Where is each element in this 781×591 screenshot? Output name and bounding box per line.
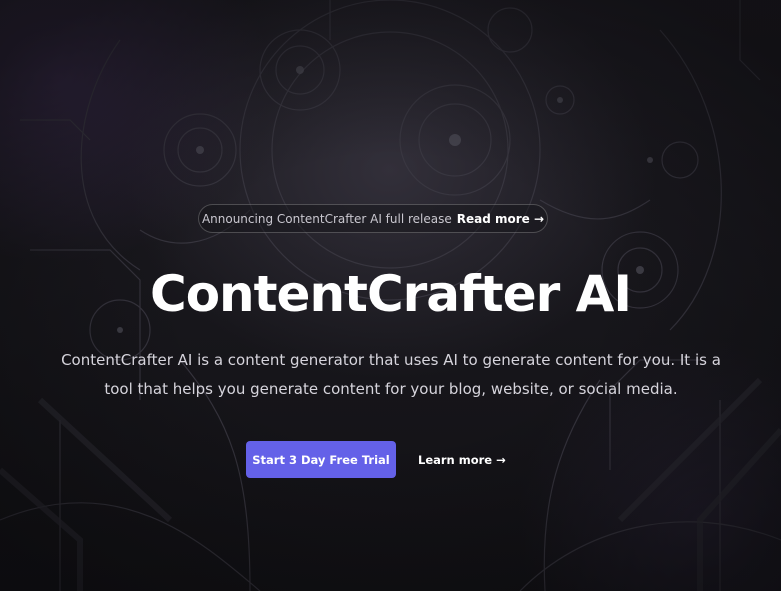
page-title: ContentCrafter AI: [150, 265, 632, 323]
hero-subtitle: ContentCrafter AI is a content generator…: [61, 351, 721, 398]
start-free-trial-button[interactable]: Start 3 Day Free Trial: [246, 441, 396, 478]
read-more-link[interactable]: Read more →: [457, 212, 544, 226]
learn-more-link[interactable]: Learn more →: [418, 441, 506, 478]
announcement-text: Announcing ContentCrafter AI full releas…: [201, 211, 452, 226]
hero-section: Announcing ContentCrafter AI full releas…: [0, 0, 781, 591]
announcement-pill[interactable]: Announcing ContentCrafter AI full releas…: [198, 204, 548, 233]
